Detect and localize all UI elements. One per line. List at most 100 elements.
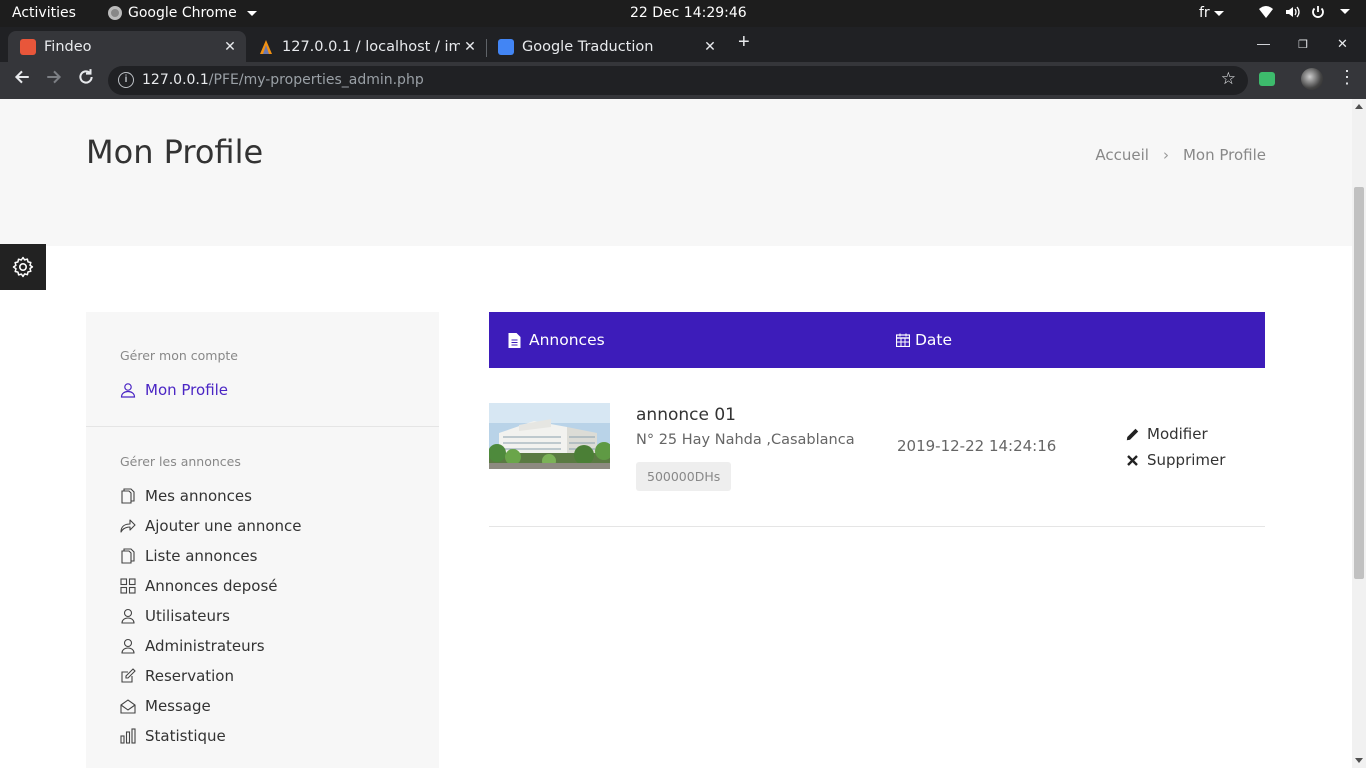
dashboard-sidebar: Gérer mon compte Mon Profile Gérer les a… [86, 312, 439, 768]
sidebar-section-title: Gérer les annonces [120, 454, 241, 469]
tab-google-traduction[interactable]: Google Traduction ✕ [486, 31, 726, 62]
tab-phpmyadmin[interactable]: 127.0.0.1 / localhost / imm ✕ [246, 31, 486, 62]
modify-label: Modifier [1147, 425, 1208, 443]
chevron-down-icon [1340, 9, 1350, 14]
reload-button[interactable] [74, 68, 98, 92]
edit-icon [121, 668, 136, 683]
tab-findeo[interactable]: Findeo ✕ [8, 31, 246, 62]
scroll-down-icon[interactable] [1355, 758, 1363, 763]
properties-table-header: Annonces Date [489, 312, 1265, 368]
pencil-icon [1126, 428, 1139, 440]
forward-button[interactable] [42, 68, 66, 92]
sidebar-item-mes-annonces[interactable]: Mes annonces [120, 487, 252, 505]
breadcrumb-current: Mon Profile [1182, 146, 1266, 164]
activities-button[interactable]: Activities [12, 5, 76, 21]
close-icon[interactable]: ✕ [220, 39, 240, 55]
column-label: Annonces [529, 331, 605, 349]
settings-toggle-button[interactable] [0, 244, 46, 290]
sidebar-item-annonces-depose[interactable]: Annonces deposé [120, 577, 278, 595]
sidebar-item-mon-profile[interactable]: Mon Profile [120, 381, 228, 399]
building-image [489, 403, 610, 469]
grid-icon [120, 578, 136, 594]
sidebar-item-label: Liste annonces [145, 547, 258, 565]
envelope-icon [120, 699, 136, 714]
close-icon[interactable]: ✕ [700, 39, 720, 55]
arrow-left-icon [14, 70, 29, 84]
sidebar-item-liste-annonces[interactable]: Liste annonces [120, 547, 257, 565]
sidebar-item-administrateurs[interactable]: Administrateurs [120, 637, 265, 655]
chrome-icon [108, 6, 122, 20]
wifi-icon [1259, 6, 1273, 18]
chrome-menu-icon[interactable]: ⋮ [1338, 67, 1356, 88]
delete-label: Supprimer [1147, 451, 1226, 469]
chart-icon [120, 728, 136, 744]
close-icon[interactable]: ✕ [460, 39, 480, 55]
bookmark-star-icon[interactable]: ☆ [1221, 69, 1236, 89]
url-text: 127.0.0.1/PFE/my-properties_admin.php [142, 72, 424, 88]
user-icon [120, 383, 136, 398]
sidebar-item-reservation[interactable]: Reservation [120, 667, 234, 685]
back-button[interactable] [10, 68, 34, 92]
sidebar-section-title: Gérer mon compte [120, 348, 238, 363]
chevron-right-icon: › [1162, 146, 1169, 164]
sidebar-item-label: Reservation [145, 667, 234, 685]
sidebar-item-ajouter-annonce[interactable]: Ajouter une annonce [120, 517, 302, 535]
title-bar: Mon Profile Accueil › Mon Profile [0, 99, 1352, 246]
column-annonces: Annonces [508, 331, 605, 349]
sidebar-item-label: Mes annonces [145, 487, 252, 505]
web-page: Mon Profile Accueil › Mon Profile Gérer … [0, 99, 1352, 768]
user-icon [121, 608, 135, 624]
column-date: Date [896, 331, 952, 349]
close-window-button[interactable]: ✕ [1337, 36, 1348, 52]
scroll-up-icon[interactable] [1355, 104, 1363, 109]
extension-icon[interactable] [1259, 72, 1275, 86]
gear-icon [12, 256, 34, 278]
maximize-button[interactable]: ❐ [1298, 38, 1308, 51]
page-title: Mon Profile [86, 133, 264, 171]
chevron-down-icon [1213, 10, 1224, 16]
tab-title: 127.0.0.1 / localhost / imm [282, 38, 460, 55]
close-icon [1127, 454, 1138, 466]
new-tab-button[interactable]: + [738, 31, 750, 54]
share-icon [120, 519, 136, 533]
profile-avatar[interactable] [1301, 68, 1323, 90]
breadcrumb: Accueil › Mon Profile [1095, 146, 1266, 164]
file-icon [508, 332, 521, 348]
address-bar[interactable]: i 127.0.0.1/PFE/my-properties_admin.php … [108, 66, 1248, 95]
google-translate-favicon-icon [498, 38, 514, 55]
system-top-bar: Activities Google Chrome 22 Dec 14:29:46… [0, 0, 1366, 27]
page-scrollbar[interactable] [1352, 99, 1366, 768]
clock[interactable]: 22 Dec 14:29:46 [630, 5, 747, 21]
copy-icon [121, 548, 135, 564]
sidebar-item-message[interactable]: Message [120, 697, 211, 715]
delete-button[interactable]: Supprimer [1126, 451, 1225, 469]
app-menu-label: Google Chrome [128, 5, 237, 21]
property-date: 2019-12-22 14:24:16 [897, 437, 1057, 455]
findeo-favicon-icon [20, 38, 36, 55]
chevron-down-icon [246, 10, 257, 16]
breadcrumb-home[interactable]: Accueil [1095, 146, 1149, 164]
system-menu[interactable] [1258, 4, 1350, 20]
info-icon[interactable]: i [118, 72, 134, 88]
sidebar-item-label: Utilisateurs [145, 607, 230, 625]
property-address: N° 25 Hay Nahda ,Casablanca [636, 432, 855, 448]
app-menu[interactable]: Google Chrome [108, 5, 257, 21]
user-icon [121, 638, 135, 654]
arrow-right-icon [47, 70, 62, 84]
sidebar-item-utilisateurs[interactable]: Utilisateurs [120, 607, 230, 625]
language-indicator[interactable]: fr [1199, 5, 1224, 21]
sidebar-divider [86, 426, 439, 427]
scrollbar-thumb[interactable] [1354, 187, 1364, 579]
browser-toolbar: i 127.0.0.1/PFE/my-properties_admin.php … [0, 62, 1366, 99]
minimize-button[interactable]: — [1257, 36, 1270, 51]
property-thumbnail[interactable] [489, 403, 610, 469]
table-row: annonce 01 N° 25 Hay Nahda ,Casablanca 5… [489, 403, 1265, 527]
property-title[interactable]: annonce 01 [636, 405, 736, 425]
copy-icon [121, 488, 135, 504]
tab-strip: Findeo ✕ 127.0.0.1 / localhost / imm ✕ G… [0, 27, 1366, 62]
calendar-icon [896, 333, 910, 347]
sidebar-item-statistique[interactable]: Statistique [120, 727, 226, 745]
column-label: Date [915, 331, 953, 349]
modify-button[interactable]: Modifier [1126, 425, 1208, 443]
sidebar-item-label: Administrateurs [145, 637, 265, 655]
